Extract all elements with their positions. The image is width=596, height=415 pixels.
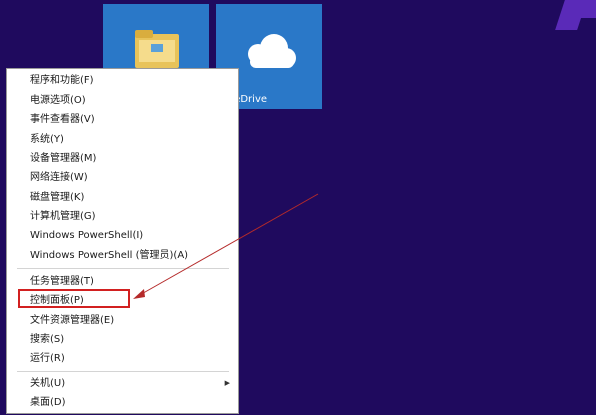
annotation-arrow [133,193,319,299]
